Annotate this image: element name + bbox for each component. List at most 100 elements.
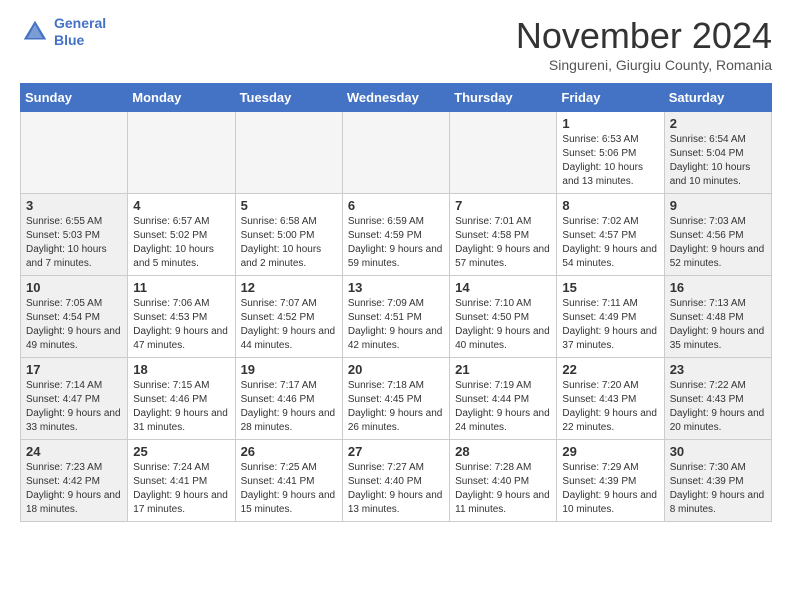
day-info: Sunrise: 7:01 AMSunset: 4:58 PMDaylight:…	[455, 215, 551, 271]
table-row: 25Sunrise: 7:24 AMSunset: 4:41 PMDayligh…	[128, 440, 235, 522]
day-info-line: Sunrise: 7:06 AM	[133, 298, 209, 309]
day-number: 3	[26, 198, 122, 213]
day-number: 4	[133, 198, 229, 213]
day-number: 19	[241, 362, 337, 377]
day-info: Sunrise: 7:05 AMSunset: 4:54 PMDaylight:…	[26, 297, 122, 353]
location: Singureni, Giurgiu County, Romania	[516, 57, 772, 73]
table-row	[450, 112, 557, 194]
table-row: 8Sunrise: 7:02 AMSunset: 4:57 PMDaylight…	[557, 194, 664, 276]
table-row: 7 Sunrise: 7:01 AMSunset: 4:58 PMDaylight…	[450, 194, 557, 276]
table-row: 28 Sunrise: 7:28 AM Sunset: 4:40 PM Dayligh…	[450, 440, 557, 522]
day-info-line: Sunrise: 7:22 AM	[670, 380, 746, 391]
day-number: 2	[670, 116, 766, 131]
day-info-line: Sunrise: 7:25 AM	[241, 462, 317, 473]
day-info-line: Sunset: 5:02 PM	[133, 230, 207, 241]
day-info: Sunrise: 6:58 AMSunset: 5:00 PMDaylight:…	[241, 215, 337, 271]
calendar-week-row: 1Sunrise: 6:53 AMSunset: 5:06 PMDaylight…	[21, 112, 772, 194]
day-info-line: Daylight: 9 hours and 8 minutes.	[670, 490, 765, 515]
day-info: Sunrise: 7:20 AM Sunset: 4:43 PM Daylight:…	[562, 379, 658, 435]
day-info-line: Sunrise: 7:19 AM	[455, 380, 531, 391]
table-row	[235, 112, 342, 194]
day-info-line: Daylight: 10 hours and 7 minutes.	[26, 244, 107, 269]
day-info: Sunrise: 7:03 AMSunset: 4:56 PMDaylight:…	[670, 215, 766, 271]
day-info-line: Daylight: 9 hours and 54 minutes.	[562, 244, 657, 269]
title-block: November 2024 Singureni, Giurgiu County,…	[516, 15, 772, 73]
day-info-line: Sunrise: 7:01 AM	[455, 216, 531, 227]
day-info: Sunrise: 7:23 AMSunset: 4:42 PMDaylight:…	[26, 461, 122, 517]
month-title: November 2024	[516, 15, 772, 57]
day-info: Sunrise: 7:06 AMSunset: 4:53 PMDaylight:…	[133, 297, 229, 353]
day-info-line: Sunset: 5:03 PM	[26, 230, 100, 241]
day-number: 28	[455, 444, 551, 459]
page: General Blue November 2024 Singureni, Gi…	[0, 0, 792, 537]
day-info-line: Sunrise: 7:05 AM	[26, 298, 102, 309]
day-info-line: Sunset: 4:43 PM	[562, 394, 636, 405]
header-saturday: Saturday	[664, 84, 771, 112]
day-info-line: Sunset: 5:00 PM	[241, 230, 315, 241]
day-number: 8	[562, 198, 658, 213]
table-row: 12Sunrise: 7:07 AMSunset: 4:52 PMDayligh…	[235, 276, 342, 358]
day-number: 14	[455, 280, 551, 295]
day-info-line: Daylight: 9 hours and 57 minutes.	[455, 244, 550, 269]
day-info-line: Sunrise: 6:53 AM	[562, 134, 638, 145]
day-info-line: Daylight: 9 hours and 42 minutes.	[348, 326, 443, 351]
day-info: Sunrise: 7:09 AMSunset: 4:51 PMDaylight:…	[348, 297, 444, 353]
day-info: Sunrise: 7:30 AMSunset: 4:39 PMDaylight:…	[670, 461, 766, 517]
day-info: Sunrise: 7:27 AMSunset: 4:40 PMDaylight:…	[348, 461, 444, 517]
day-info-line: Sunrise: 7:11 AM	[562, 298, 637, 309]
table-row: 10Sunrise: 7:05 AMSunset: 4:54 PMDayligh…	[21, 276, 128, 358]
day-info-line: Daylight: 9 hours and 35 minutes.	[670, 326, 765, 351]
day-info-line: Sunrise: 6:54 AM	[670, 134, 746, 145]
header-sunday: Sunday	[21, 84, 128, 112]
day-number: 24	[26, 444, 122, 459]
day-info-line: Daylight: 9 hours and 28 minutes.	[241, 408, 336, 433]
day-info-line: Sunset: 4:40 PM	[455, 476, 529, 487]
day-info-line: Sunset: 4:56 PM	[670, 230, 744, 241]
day-info-line: Sunset: 4:52 PM	[241, 312, 315, 323]
day-info: Sunrise: 6:54 AM Sunset: 5:04 PM Daylight:…	[670, 133, 766, 189]
day-info-line: Daylight: 9 hours and 11 minutes.	[455, 490, 550, 515]
day-info-line: Sunrise: 7:20 AM	[562, 380, 638, 391]
day-info-line: Sunrise: 6:55 AM	[26, 216, 102, 227]
day-info-line: Sunrise: 6:58 AM	[241, 216, 317, 227]
day-info-line: Sunset: 4:47 PM	[26, 394, 100, 405]
table-row: 16 Sunrise: 7:13 AMSunset: 4:48 PMDayligh…	[664, 276, 771, 358]
day-info: Sunrise: 6:55 AM Sunset: 5:03 PM Daylight:…	[26, 215, 122, 271]
day-number: 7	[455, 198, 551, 213]
table-row: 11Sunrise: 7:06 AMSunset: 4:53 PMDayligh…	[128, 276, 235, 358]
table-row: 26 Sunrise: 7:25 AM Sunset: 4:41 PM Dayligh…	[235, 440, 342, 522]
table-row: 21Sunrise: 7:19 AMSunset: 4:44 PMDayligh…	[450, 358, 557, 440]
day-info-line: Sunrise: 7:17 AM	[241, 380, 317, 391]
day-number: 5	[241, 198, 337, 213]
day-info-line: Sunset: 4:51 PM	[348, 312, 422, 323]
day-info-line: Daylight: 10 hours and 10 minutes.	[670, 162, 751, 187]
day-info-line: Sunset: 4:50 PM	[455, 312, 529, 323]
day-info-line: Sunset: 4:40 PM	[348, 476, 422, 487]
day-info-line: Sunset: 4:41 PM	[241, 476, 315, 487]
header-wednesday: Wednesday	[342, 84, 449, 112]
day-info-line: Sunset: 5:04 PM	[670, 148, 744, 159]
day-info-line: Daylight: 9 hours and 10 minutes.	[562, 490, 657, 515]
day-info-line: Sunrise: 7:28 AM	[455, 462, 531, 473]
table-row: 1Sunrise: 6:53 AMSunset: 5:06 PMDaylight…	[557, 112, 664, 194]
day-number: 12	[241, 280, 337, 295]
day-info-line: Sunset: 4:39 PM	[562, 476, 636, 487]
day-info-line: Sunset: 4:41 PM	[133, 476, 207, 487]
day-number: 26	[241, 444, 337, 459]
day-info-line: Daylight: 9 hours and 15 minutes.	[241, 490, 336, 515]
day-info-line: Daylight: 9 hours and 22 minutes.	[562, 408, 657, 433]
day-number: 16	[670, 280, 766, 295]
day-info-line: Sunrise: 7:30 AM	[670, 462, 746, 473]
day-info-line: Sunset: 4:46 PM	[133, 394, 207, 405]
day-number: 17	[26, 362, 122, 377]
day-info-line: Sunrise: 6:57 AM	[133, 216, 209, 227]
day-info-line: Daylight: 9 hours and 24 minutes.	[455, 408, 550, 433]
table-row: 22 Sunrise: 7:20 AM Sunset: 4:43 PM Dayligh…	[557, 358, 664, 440]
day-info-line: Sunrise: 7:14 AM	[26, 380, 102, 391]
day-number: 22	[562, 362, 658, 377]
logo-text: General Blue	[54, 15, 106, 49]
day-number: 15	[562, 280, 658, 295]
day-info-line: Sunset: 5:06 PM	[562, 148, 636, 159]
header-friday: Friday	[557, 84, 664, 112]
day-info: Sunrise: 7:13 AMSunset: 4:48 PMDaylight:…	[670, 297, 766, 353]
